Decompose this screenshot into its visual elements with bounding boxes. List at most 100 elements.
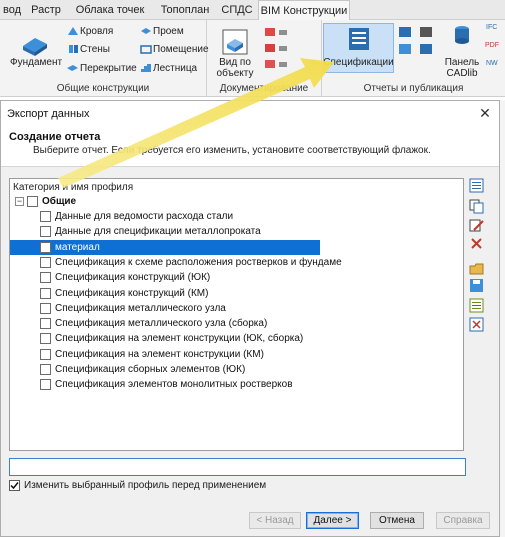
item-checkbox[interactable]	[40, 256, 51, 268]
ribbon-tabs: вод Растр Облака точек Топоплан СПДС BIM…	[0, 0, 505, 20]
list-item[interactable]: Спецификация к схеме расположения ростве…	[10, 255, 463, 270]
header-subtitle: Выберите отчет. Если требуется его измен…	[33, 145, 431, 156]
list-item[interactable]: Спецификация конструкций (ЮК)	[10, 270, 463, 285]
delete-profile-icon[interactable]	[469, 236, 484, 251]
specifications-label: Спецификации	[323, 57, 394, 68]
list-item[interactable]: Спецификация на элемент конструкции (ЮК,…	[10, 331, 463, 346]
walls-icon	[69, 45, 78, 53]
panel-general-constructions: Фундамент Кровля Стены Перекрытие Проем …	[0, 20, 209, 96]
cancel-button[interactable]: Отмена	[370, 512, 424, 529]
tab-topoplan[interactable]: Топоплан	[155, 0, 215, 20]
background-window-edge	[500, 100, 505, 537]
roof-button[interactable]: Кровля	[80, 26, 113, 37]
list-column-header: Категория и имя профиля	[13, 182, 134, 193]
item-checkbox[interactable]	[40, 379, 51, 391]
view-by-object-label-line2: объекту	[216, 68, 254, 79]
tab-vod[interactable]: вод	[0, 0, 24, 20]
list-item[interactable]: Спецификация металлического узла (сборка…	[10, 316, 463, 331]
ifc-export-button[interactable]: IFC	[486, 24, 497, 31]
walls-button[interactable]: Стены	[80, 44, 110, 55]
slab-button[interactable]: Перекрытие	[80, 63, 137, 74]
nw-export-button[interactable]: NW	[486, 60, 498, 67]
item-label: Спецификация к схеме расположения ростве…	[55, 256, 342, 268]
list-item[interactable]: Спецификация элементов монолитных ростве…	[10, 377, 463, 392]
list-item[interactable]: Данные для ведомости расхода стали	[10, 209, 463, 224]
dialog-titlebar: Экспорт данных ✕	[1, 101, 499, 127]
item-label: Спецификация металлического узла	[55, 302, 226, 314]
item-checkbox[interactable]	[40, 211, 51, 222]
item-checkbox[interactable]	[40, 364, 51, 375]
item-checkbox[interactable]	[40, 302, 51, 314]
item-checkbox[interactable]	[40, 348, 51, 360]
item-checkbox[interactable]	[40, 333, 51, 345]
group-checkbox[interactable]	[27, 196, 38, 207]
item-checkbox[interactable]	[40, 318, 51, 330]
save-profile-icon[interactable]	[469, 278, 484, 293]
item-label: Данные для ведомости расхода стали	[55, 211, 234, 222]
tab-bim-constructions[interactable]: BIM Конструкции	[258, 0, 350, 20]
cadlib-panel-button[interactable]: Панель CADlib	[440, 57, 484, 79]
specifications-icon	[349, 28, 369, 50]
tab-point-clouds[interactable]: Облака точек	[70, 0, 150, 20]
export-data-dialog: Экспорт данных ✕ Создание отчета Выберит…	[0, 100, 500, 537]
cadlib-panel-icon	[455, 26, 469, 44]
view-by-object-label-line1: Вид по	[219, 57, 251, 68]
cadlib-label-line1: Панель	[444, 57, 480, 68]
list-properties-icon[interactable]	[469, 298, 484, 313]
stairs-icon	[141, 64, 151, 72]
edit-profile-option[interactable]: Изменить выбранный профиль перед примене…	[9, 479, 309, 493]
group-row-general[interactable]: − Общие	[10, 194, 463, 209]
dialog-title: Экспорт данных	[7, 108, 90, 120]
item-checkbox[interactable]	[40, 272, 51, 284]
room-icon	[140, 45, 152, 54]
open-folder-icon[interactable]	[469, 261, 484, 276]
list-item[interactable]: Спецификация сборных элементов (ЮК)	[10, 362, 463, 377]
item-checkbox[interactable]	[40, 241, 51, 253]
pdf-export-button[interactable]: PDF	[485, 42, 499, 49]
edit-profile-checkbox[interactable]	[9, 480, 20, 491]
panel-title-documentation: Документирование	[219, 83, 309, 94]
list-item[interactable]: Спецификация металлического узла	[10, 301, 463, 316]
back-button[interactable]: < Назад	[249, 512, 301, 529]
tab-spds[interactable]: СПДС	[218, 0, 256, 20]
opening-icon	[141, 28, 151, 34]
item-label: Спецификация конструкций (ЮК)	[55, 272, 211, 284]
view-by-object-button[interactable]: Вид по объекту	[212, 57, 258, 79]
item-label: Данные для спецификации металлопроката	[55, 226, 261, 238]
report-profile-list[interactable]: Категория и имя профиля − Общие Данные д…	[9, 178, 464, 451]
list-item[interactable]: Данные для спецификации металлопроката	[10, 224, 463, 239]
remove-item-icon[interactable]	[469, 317, 484, 332]
help-button[interactable]: Справка	[436, 512, 490, 529]
close-icon[interactable]: ✕	[477, 105, 493, 121]
roof-icon	[68, 27, 78, 35]
room-button[interactable]: Помещение	[153, 44, 209, 55]
list-toolbar	[467, 178, 487, 332]
list-item-selected[interactable]: материал	[10, 239, 320, 255]
collapse-icon[interactable]: −	[15, 197, 24, 206]
edit-profile-icon[interactable]	[469, 218, 484, 233]
foundation-icon	[23, 38, 47, 56]
view-by-object-icon	[222, 29, 248, 55]
next-button[interactable]: Далее >	[306, 512, 359, 529]
item-label: Спецификация сборных элементов (ЮК)	[55, 364, 246, 375]
item-label: Спецификация на элемент конструкции (ЮК,…	[55, 333, 304, 345]
list-item[interactable]: Спецификация на элемент конструкции (КМ)	[10, 347, 463, 362]
item-checkbox[interactable]	[40, 287, 51, 299]
foundation-button[interactable]: Фундамент	[10, 57, 62, 68]
copy-profile-icon[interactable]	[469, 199, 484, 214]
report-export-icons[interactable]	[418, 26, 436, 74]
item-label: Спецификация на элемент конструкции (КМ)	[55, 348, 264, 360]
profile-name-input[interactable]	[9, 458, 466, 476]
item-checkbox[interactable]	[40, 226, 51, 238]
doc-tools-icons[interactable]	[263, 26, 307, 70]
stairs-button[interactable]: Лестница	[153, 63, 197, 74]
opening-button[interactable]: Проем	[153, 26, 184, 37]
edit-profile-label: Изменить выбранный профиль перед примене…	[24, 480, 267, 491]
tab-raster[interactable]: Растр	[28, 0, 64, 20]
item-label: Спецификация элементов монолитных ростве…	[55, 379, 293, 391]
add-profile-icon[interactable]	[469, 178, 484, 193]
cadlib-label-line2: CADlib	[446, 68, 478, 79]
list-item[interactable]: Спецификация конструкций (КМ)	[10, 286, 463, 301]
item-label: Спецификация металлического узла (сборка…	[55, 318, 268, 330]
report-small-icons[interactable]	[397, 26, 415, 74]
